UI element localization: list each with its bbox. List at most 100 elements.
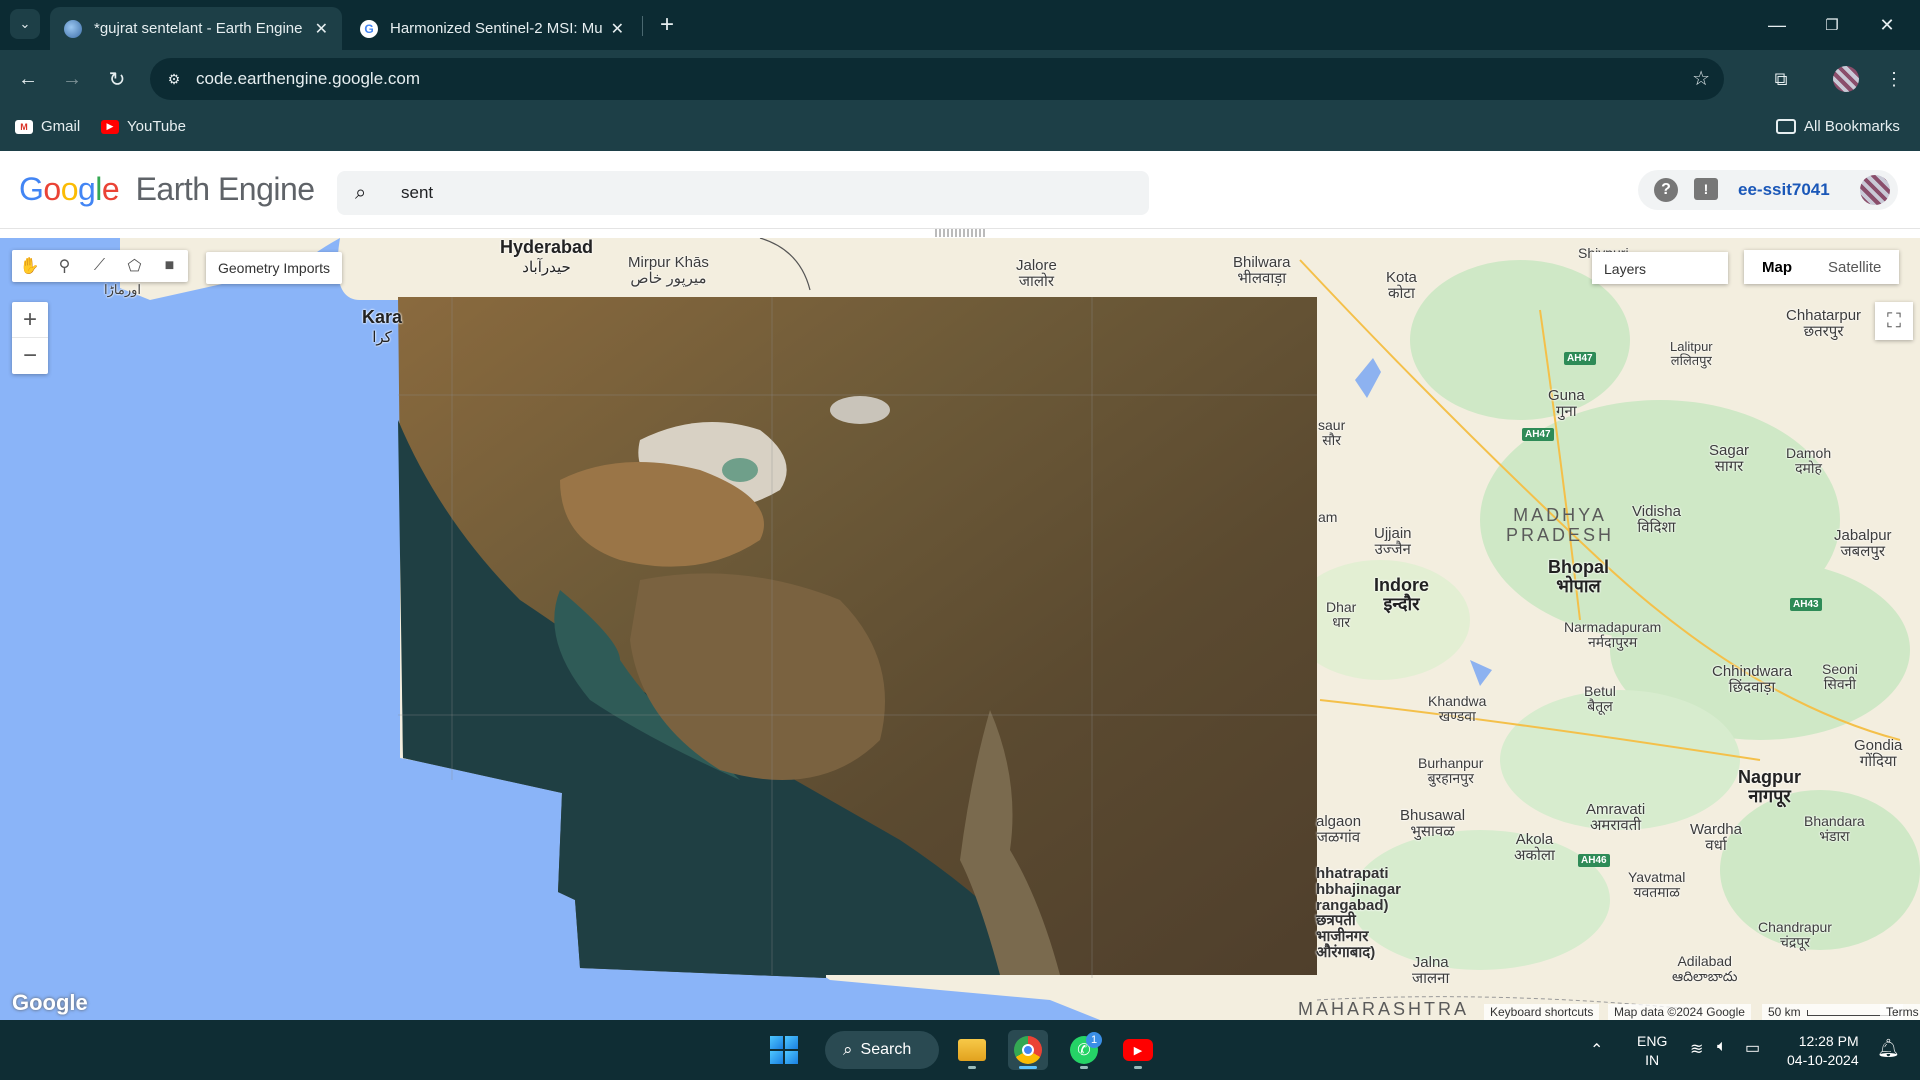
reload-button[interactable]: ↻: [101, 63, 133, 95]
show-hidden-icons-button[interactable]: ⌃: [1590, 1040, 1603, 1060]
folder-icon: [1776, 119, 1796, 134]
zoom-control: + −: [12, 302, 48, 374]
city-mirpur-khas: Mirpur Khās میرپور خاص: [628, 254, 709, 287]
browser-tab-strip: ⌄ *gujrat sentelant - Earth Engine ✕ G H…: [0, 0, 1920, 50]
bookmark-youtube[interactable]: ▶ YouTube: [101, 118, 186, 135]
start-button[interactable]: [764, 1030, 804, 1070]
battery-icon[interactable]: ▭: [1745, 1038, 1760, 1058]
layers-control[interactable]: Layers: [1592, 252, 1728, 284]
highway-badge: AH46: [1578, 854, 1610, 867]
city-bhusawal: Bhusawal भुसावळ: [1400, 807, 1466, 840]
rectangle-icon[interactable]: ■: [152, 250, 187, 282]
clock[interactable]: 12:28 PM 04-10-2024: [1787, 1032, 1859, 1070]
city-bhopal: Bhopal भोपाल: [1548, 557, 1609, 596]
city-chandrapur: Chandrapur चंद्रपूर: [1758, 919, 1832, 950]
bookmark-label: Gmail: [41, 118, 81, 135]
city-bhandara: Bhandara भंडारा: [1804, 813, 1865, 844]
city-amravati: Amravati अमरावती: [1586, 801, 1646, 834]
region-maharashtra: MAHARASHTRA: [1298, 999, 1470, 1019]
close-tab-icon[interactable]: ✕: [611, 19, 624, 39]
city-vidisha: Vidisha विदिशा: [1632, 503, 1681, 536]
tab-search-menu-button[interactable]: ⌄: [10, 9, 40, 39]
highway-badge: AH47: [1564, 352, 1596, 365]
tab-harmonized-sentinel[interactable]: G Harmonized Sentinel-2 MSI: Mu ✕: [346, 7, 638, 50]
gmail-icon: M: [15, 119, 33, 134]
pan-hand-icon[interactable]: ✋: [12, 250, 47, 282]
feedback-icon[interactable]: !: [1694, 178, 1718, 200]
account-avatar[interactable]: [1860, 175, 1890, 205]
all-bookmarks[interactable]: All Bookmarks: [1776, 118, 1900, 135]
address-bar[interactable]: ⚙ code.earthengine.google.com ☆: [150, 58, 1724, 100]
city-betul: Betul बैतूल: [1584, 683, 1616, 714]
account-name[interactable]: ee-ssit7041: [1738, 180, 1830, 200]
map-type-map-button[interactable]: Map: [1744, 250, 1810, 284]
notification-badge: 1: [1086, 1032, 1102, 1048]
terms-link[interactable]: Terms: [1880, 1004, 1920, 1020]
notification-bell-icon[interactable]: 🔔︎: [1877, 1038, 1900, 1059]
taskbar-search-label: Search: [860, 1041, 912, 1058]
city-jalgaon: algaon जळगांव: [1316, 813, 1362, 846]
map-type-satellite-button[interactable]: Satellite: [1810, 250, 1899, 284]
zoom-in-button[interactable]: +: [12, 302, 48, 338]
extensions-icon[interactable]: ⧉: [1765, 63, 1797, 95]
volume-icon[interactable]: 🔈︎: [1717, 1038, 1727, 1056]
windows-logo-icon: [770, 1036, 798, 1064]
site-info-icon[interactable]: ⚙: [162, 67, 186, 91]
youtube-app[interactable]: ▶: [1118, 1030, 1158, 1070]
geometry-imports-button[interactable]: Geometry Imports: [206, 252, 343, 284]
close-window-button[interactable]: ✕: [1872, 10, 1902, 40]
highway-badge: AH43: [1790, 598, 1822, 611]
file-explorer-app[interactable]: [952, 1030, 992, 1070]
tab-earth-engine[interactable]: *gujrat sentelant - Earth Engine ✕: [50, 7, 342, 50]
fullscreen-icon[interactable]: ⛶: [1875, 302, 1913, 340]
city-lalitpur: Lalitpur ललितपुर: [1670, 339, 1713, 368]
bookmark-gmail[interactable]: M Gmail: [15, 118, 80, 135]
minimize-button[interactable]: —: [1762, 10, 1792, 40]
profile-avatar[interactable]: [1830, 63, 1862, 95]
youtube-icon: ▶: [101, 119, 119, 134]
browser-menu-icon[interactable]: ⋮: [1878, 63, 1910, 95]
marker-icon[interactable]: ⚲: [47, 250, 82, 282]
polygon-icon[interactable]: ⬠: [117, 250, 152, 282]
search-icon: ⌕: [355, 182, 367, 204]
help-icon[interactable]: ?: [1654, 178, 1678, 202]
chrome-app[interactable]: [1008, 1030, 1048, 1070]
city-jalna: Jalna जालना: [1412, 954, 1450, 987]
earth-engine-logo[interactable]: Google Earth Engine: [19, 171, 315, 208]
city-jalore: Jalore जालोर: [1016, 257, 1057, 290]
forward-button[interactable]: →: [56, 63, 88, 95]
panel-resize-handle[interactable]: [935, 229, 985, 237]
input-language[interactable]: ENG IN: [1637, 1032, 1667, 1070]
city-sagar: Sagar सागर: [1709, 442, 1750, 475]
tab-title: *gujrat sentelant - Earth Engine: [94, 20, 303, 37]
youtube-icon: ▶: [1123, 1039, 1153, 1061]
city-karachi: Kara کرا: [362, 307, 403, 346]
city-ujjain: Ujjain उज्जैन: [1374, 525, 1412, 558]
city-mandsaur: saur सौर: [1318, 417, 1346, 448]
whatsapp-app[interactable]: ✆ 1: [1064, 1030, 1104, 1070]
city-hyderabad: Hyderabad حیدرآباد: [500, 238, 594, 276]
bookmark-star-icon[interactable]: ☆: [1692, 66, 1710, 91]
tab-title: Harmonized Sentinel-2 MSI: Mu: [390, 20, 603, 37]
city-indore: Indore इन्दौर: [1374, 575, 1430, 614]
account-bar: ? ! ee-ssit7041: [1638, 170, 1898, 210]
line-icon[interactable]: ⟋: [82, 250, 117, 282]
taskbar-search[interactable]: ⌕ Search: [825, 1031, 939, 1069]
restore-button[interactable]: ❐: [1817, 10, 1847, 40]
folder-icon: [958, 1039, 986, 1061]
search-box[interactable]: ⌕: [337, 171, 1149, 215]
keyboard-shortcuts-link[interactable]: Keyboard shortcuts: [1484, 1004, 1600, 1020]
google-wordmark: Google: [19, 171, 120, 207]
time-label: 12:28 PM: [1798, 1033, 1859, 1049]
wifi-icon[interactable]: ≋: [1690, 1039, 1703, 1059]
close-tab-icon[interactable]: ✕: [315, 19, 328, 39]
region-madhya-pradesh: MADHYA PRADESH: [1506, 505, 1615, 545]
map-canvas[interactable]: Hyderabad حیدرآباد Mirpur Khās میرپور خاص …: [0, 238, 1920, 1020]
city-guna: Guna गुना: [1548, 387, 1585, 420]
search-input[interactable]: [401, 181, 1101, 205]
zoom-out-button[interactable]: −: [12, 338, 48, 374]
bookmark-label: YouTube: [127, 118, 186, 135]
new-tab-button[interactable]: +: [652, 10, 682, 40]
all-bookmarks-label: All Bookmarks: [1804, 118, 1900, 135]
back-button[interactable]: ←: [12, 63, 44, 95]
